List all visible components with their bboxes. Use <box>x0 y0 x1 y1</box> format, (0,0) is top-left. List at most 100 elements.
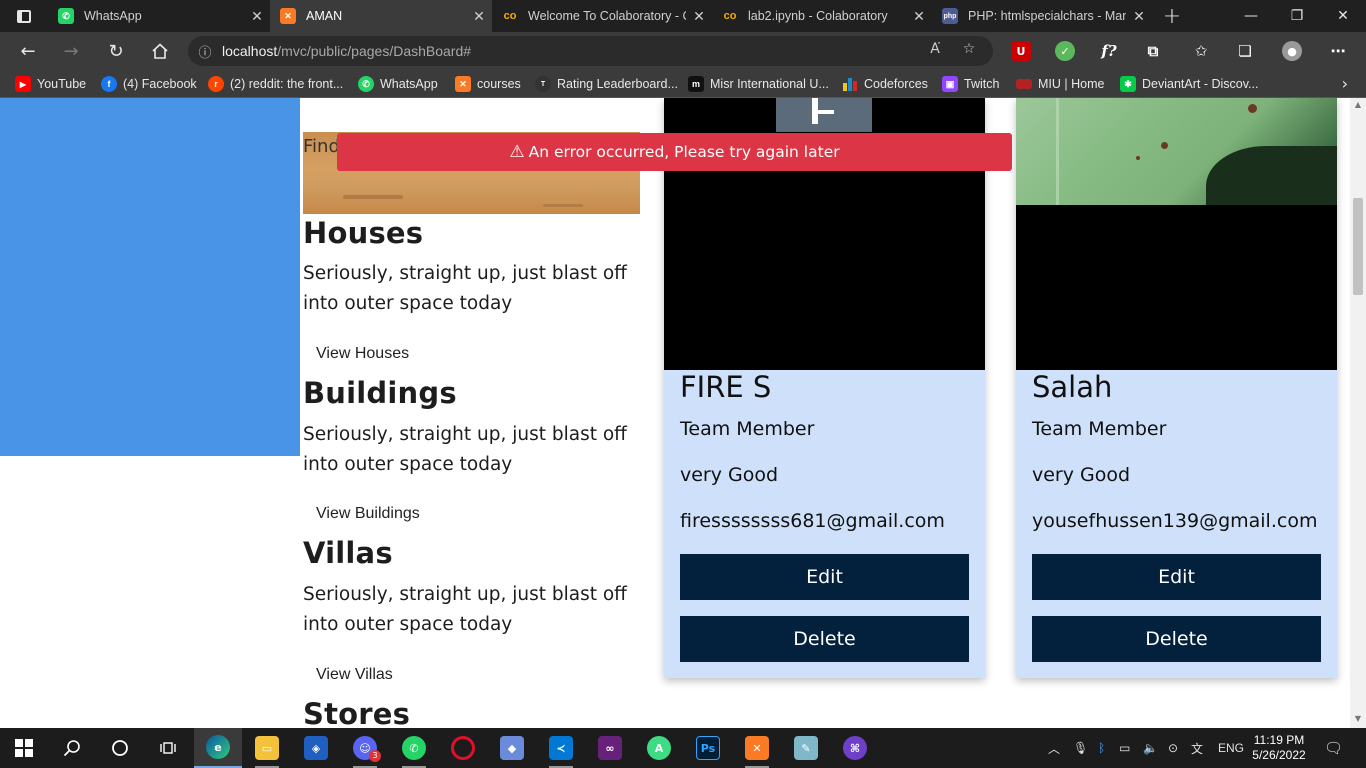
taskbar-android-studio[interactable]: A <box>635 728 683 768</box>
bookmark-whatsapp[interactable]: ✆ WhatsApp <box>358 75 438 93</box>
taskbar-github-desktop[interactable]: ⌘ <box>831 728 879 768</box>
address-bar[interactable]: ⓘ localhost/mvc/public/pages/DashBoard# … <box>188 36 993 66</box>
scrollbar-thumb[interactable] <box>1353 198 1363 295</box>
refresh-button[interactable]: ↻ <box>101 36 131 66</box>
taskbar-discord[interactable]: ☺ 3 <box>341 728 389 768</box>
show-hidden-icons[interactable]: ︿ <box>1048 728 1060 768</box>
bookmark-deviantart[interactable]: ✱ DeviantArt - Discov... <box>1120 75 1258 93</box>
taskbar-photoshop[interactable]: Ps <box>684 728 732 768</box>
delete-button[interactable]: Delete <box>680 616 969 662</box>
url-host: localhost <box>222 43 278 59</box>
whatsapp-icon: ✆ <box>58 8 74 24</box>
scroll-down-arrow-icon[interactable]: ▼ <box>1353 714 1363 724</box>
notepad-icon: ✎ <box>794 736 818 760</box>
back-button[interactable]: ← <box>13 36 43 66</box>
collections-icon[interactable]: ❏ <box>1235 41 1255 61</box>
taskbar-whatsapp[interactable]: ✆ <box>390 728 438 768</box>
taskbar-vscode[interactable]: ≺ <box>537 728 585 768</box>
bookmark-miu-home[interactable]: MIU | Home <box>1016 75 1104 93</box>
taskbar-xampp[interactable]: ✕ <box>733 728 781 768</box>
bookmarks-overflow-chevron-icon[interactable]: › <box>1342 74 1348 93</box>
ime-icon[interactable]: 文 <box>1191 728 1203 768</box>
home-button[interactable] <box>145 36 175 66</box>
team-member-review: very Good <box>680 464 779 486</box>
task-view-button[interactable] <box>144 728 192 768</box>
view-buildings-link[interactable]: View Buildings <box>316 505 420 523</box>
tab-actions-menu-button[interactable] <box>0 0 48 32</box>
bookmark-label: Rating Leaderboard... <box>557 77 678 91</box>
bookmark-reddit[interactable]: r (2) reddit: the front... <box>208 75 343 93</box>
edit-button[interactable]: Edit <box>680 554 969 600</box>
tab-close-icon[interactable]: ✕ <box>906 8 932 25</box>
banner-text: Find <box>303 136 340 157</box>
windows-logo-icon <box>15 739 33 757</box>
tab-whatsapp[interactable]: ✆ WhatsApp ✕ <box>48 0 270 32</box>
notification-badge: 3 <box>369 750 381 762</box>
tab-close-icon[interactable]: ✕ <box>466 8 492 25</box>
restore-button[interactable]: ❐ <box>1274 0 1320 32</box>
tab-close-icon[interactable]: ✕ <box>686 8 712 25</box>
tab-close-icon[interactable]: ✕ <box>244 8 270 25</box>
read-aloud-icon[interactable]: A͘ <box>924 41 946 61</box>
volume-icon[interactable]: 🔈 <box>1143 728 1158 768</box>
view-houses-link[interactable]: View Houses <box>316 345 409 363</box>
tab-php-manual[interactable]: php PHP: htmlspecialchars - Manu ✕ <box>932 0 1152 32</box>
tab-colab-welcome[interactable]: co Welcome To Colaboratory - C ✕ <box>492 0 712 32</box>
android-studio-icon: A <box>647 736 671 760</box>
new-tab-button[interactable]: + <box>1158 0 1186 32</box>
tab-aman[interactable]: ✕ AMAN ✕ <box>270 0 492 32</box>
forward-button[interactable]: → <box>56 36 86 66</box>
tab-colab-lab2[interactable]: co lab2.ipynb - Colaboratory ✕ <box>712 0 932 32</box>
start-button[interactable] <box>0 728 48 768</box>
profile-avatar-icon[interactable]: ● <box>1282 41 1302 61</box>
tab-title: WhatsApp <box>84 9 142 23</box>
cortana-circle-icon <box>112 740 128 756</box>
ublock-extension-icon[interactable]: U <box>1011 41 1031 61</box>
search-button[interactable] <box>48 728 96 768</box>
taskbar-visual-studio[interactable]: ∞ <box>586 728 634 768</box>
taskbar-file-explorer[interactable]: ▭ <box>243 728 291 768</box>
meet-now-icon[interactable]: ⊙ <box>1168 728 1178 768</box>
bluetooth-icon[interactable]: ᛒ <box>1098 728 1105 768</box>
bookmark-label: courses <box>477 77 521 91</box>
bookmark-misr-international[interactable]: m Misr International U... <box>688 75 829 93</box>
bookmark-twitch[interactable]: ▣ Twitch <box>942 75 999 93</box>
system-clock[interactable]: 11:19 PM 5/26/2022 <box>1246 733 1312 763</box>
site-info-icon[interactable]: ⓘ <box>188 42 222 61</box>
taskbar-notepad[interactable]: ✎ <box>782 728 830 768</box>
extensions-puzzle-icon[interactable]: ⧉ <box>1143 41 1163 61</box>
bookmark-label: Misr International U... <box>710 77 829 91</box>
language-indicator[interactable]: ENG <box>1218 728 1244 768</box>
page-scrollbar[interactable] <box>1350 98 1366 728</box>
edit-button[interactable]: Edit <box>1032 554 1321 600</box>
notifications-icon[interactable]: 🗨 <box>1324 728 1343 768</box>
team-card-fire-s: FIRE S Team Member very Good firesssssss… <box>664 98 985 678</box>
cortana-button[interactable] <box>96 728 144 768</box>
view-villas-link[interactable]: View Villas <box>316 666 393 684</box>
scroll-up-arrow-icon[interactable]: ▲ <box>1353 100 1363 110</box>
microphone-icon[interactable]: 🎙 <box>1073 728 1088 768</box>
arrow-left-icon: ← <box>20 40 36 62</box>
more-menu-icon[interactable]: ⋯ <box>1328 41 1348 61</box>
formula-extension-icon[interactable]: f? <box>1099 41 1119 61</box>
taskbar-edge[interactable]: e <box>194 728 242 768</box>
bookmark-label: (2) reddit: the front... <box>230 77 344 91</box>
minimize-button[interactable]: — <box>1228 0 1274 32</box>
taskbar-opera[interactable] <box>439 728 487 768</box>
bookmark-codeforces[interactable]: Codeforces <box>842 75 928 93</box>
network-icon[interactable]: ▭ <box>1119 728 1130 768</box>
bookmark-facebook[interactable]: f (4) Facebook <box>101 75 197 93</box>
taskbar-rocket-league[interactable]: ◈ <box>292 728 340 768</box>
favorites-icon[interactable]: ✩ <box>1191 41 1211 61</box>
bookmark-youtube[interactable]: ▶ YouTube <box>15 75 86 93</box>
xampp-icon: ✕ <box>745 736 769 760</box>
tab-close-icon[interactable]: ✕ <box>1126 8 1152 25</box>
bookmark-rating-leaderboard[interactable]: T Rating Leaderboard... <box>535 75 678 93</box>
delete-button[interactable]: Delete <box>1032 616 1321 662</box>
taskbar-3d-viewer[interactable]: ◆ <box>488 728 536 768</box>
close-window-button[interactable]: ✕ <box>1320 0 1366 32</box>
grammar-extension-icon[interactable]: ✓ <box>1055 41 1075 61</box>
favorite-star-icon[interactable]: ☆ <box>958 41 980 61</box>
bookmark-courses[interactable]: ✕ courses <box>455 75 521 93</box>
facebook-icon: f <box>101 76 117 92</box>
